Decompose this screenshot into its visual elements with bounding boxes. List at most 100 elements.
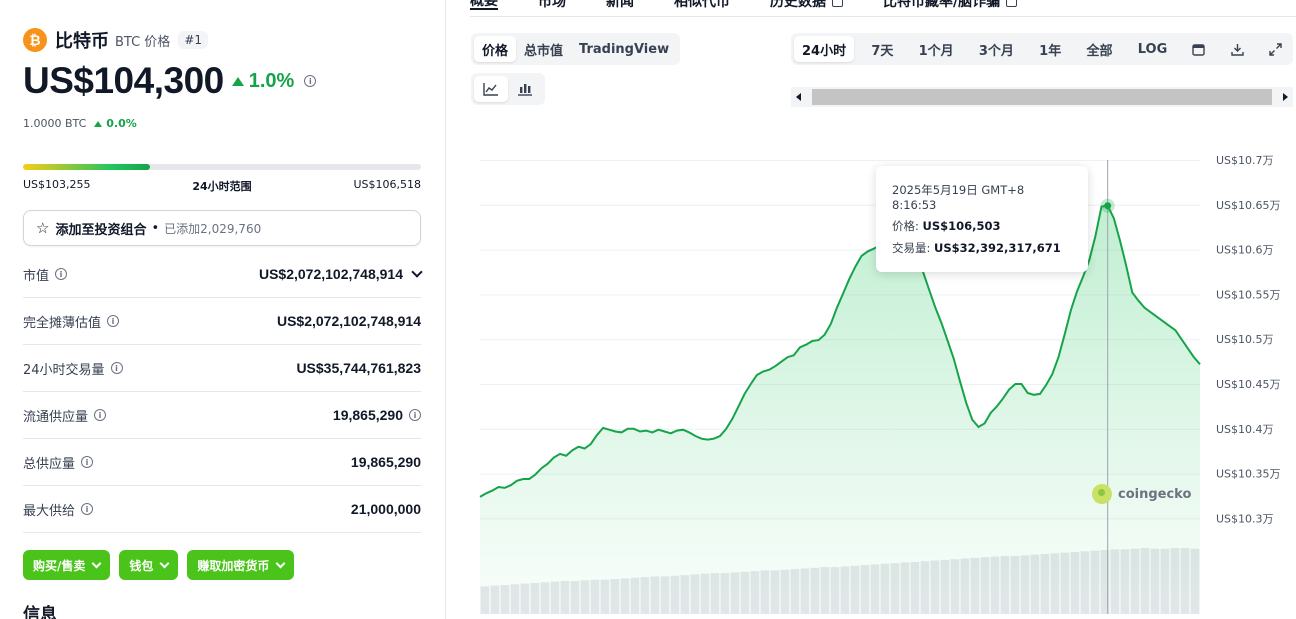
tooltip-date: 2025年5月19日 GMT+8 8:16:53 (892, 183, 1025, 212)
calendar-icon[interactable] (1184, 36, 1213, 62)
stat-row-market-cap: 市值 i US$2,072,102,748,914 (23, 251, 423, 298)
tab-news[interactable]: 新闻 (606, 0, 634, 10)
tab-scam-alert-label: 比特币藏率/脑诈骗 (883, 0, 1001, 10)
info-icon[interactable]: i (94, 409, 107, 421)
download-icon[interactable] (1223, 36, 1252, 62)
y-axis-ticks: US$10.7万 US$10.65万 US$10.6万 US$10.55万 US$10.… (1216, 154, 1281, 525)
tab-scam-alert[interactable]: 比特币藏率/脑诈骗 (883, 0, 1018, 10)
chart-range-toggle: 24小时 7天 1个月 3个月 1年 全部 LOG (791, 33, 1293, 65)
tab-historical-data[interactable]: 历史数据 (770, 0, 843, 10)
scroll-right-arrow-icon[interactable] (1283, 93, 1288, 101)
stat-value-text: US$2,072,102,748,914 (258, 266, 403, 282)
coin-subtitle: BTC 价格 (115, 34, 171, 50)
mode-tradingview[interactable]: TradingView (571, 36, 677, 62)
info-section-heading: 信息 (23, 605, 57, 619)
hover-point-core (1104, 202, 1112, 210)
wallet-button[interactable]: 钱包 (119, 550, 179, 580)
stat-label-text: 24小时交易量 (23, 362, 105, 378)
y-tick-label: US$10.4万 (1216, 423, 1274, 436)
range-all[interactable]: 全部 (1078, 36, 1120, 62)
stat-label-text: 完全摊薄估值 (23, 315, 102, 331)
stat-value: US$2,072,102,748,914 (276, 313, 421, 329)
stat-value[interactable]: US$2,072,102,748,914 (258, 266, 423, 282)
chart-mode-toggle: 价格 总市值 TradingView (471, 33, 681, 65)
info-icon[interactable]: i (304, 75, 317, 87)
arrow-up-icon (94, 120, 103, 127)
tabs-divider (470, 16, 1296, 17)
stat-row-total-supply: 总供应量 i 19,865,290 (23, 439, 421, 486)
range-log[interactable]: LOG (1130, 36, 1176, 62)
arrow-up-icon (231, 76, 244, 86)
earn-crypto-button[interactable]: 赚取加密货币 (187, 550, 295, 580)
info-icon[interactable]: i (107, 315, 120, 327)
chevron-down-icon (159, 558, 170, 568)
coingecko-watermark: coingecko (1092, 484, 1191, 504)
portfolio-label: 添加至投资组合 (55, 222, 147, 238)
tooltip-volume-row: 交易量: US$32,392,317,671 (892, 240, 1072, 256)
scroll-left-arrow-icon[interactable] (796, 93, 801, 101)
stat-label: 市值 i (23, 265, 68, 284)
wallet-label: 钱包 (129, 558, 154, 573)
btc-change-value: 0.0% (106, 117, 137, 130)
range-1y[interactable]: 1年 (1031, 36, 1069, 62)
info-icon[interactable]: i (110, 362, 123, 374)
range-low: US$103,255 (23, 178, 91, 191)
add-to-portfolio-button[interactable]: ☆ 添加至投资组合 • 已添加2,029,760 (23, 210, 421, 246)
mode-price[interactable]: 价格 (474, 36, 517, 62)
y-tick-label: US$10.3万 (1216, 512, 1274, 525)
chevron-down-icon[interactable] (411, 266, 423, 278)
stat-label: 总供应量 i (23, 453, 94, 472)
coin-name: 比特币 (55, 31, 109, 52)
line-chart-icon[interactable] (474, 76, 508, 102)
price-area (480, 205, 1200, 614)
range-high: US$106,518 (353, 178, 421, 191)
stat-value: 21,000,000 (350, 501, 421, 517)
chevron-down-icon (275, 558, 286, 568)
watermark-text: coingecko (1118, 486, 1192, 502)
external-link-icon (832, 0, 843, 7)
stat-row-volume-24h: 24小时交易量 i US$35,744,761,823 (23, 345, 421, 392)
page-tabs: 概要 市场 新闻 相似代币 历史数据 比特币藏率/脑诈骗 (470, 0, 1057, 10)
y-tick-label: US$10.65万 (1216, 199, 1281, 212)
tooltip-price-label: 价格: (892, 219, 919, 233)
current-price: US$104,300 (23, 60, 224, 101)
range-24h[interactable]: 24小时 (794, 36, 855, 62)
buy-sell-label: 购买/售卖 (33, 558, 86, 573)
info-icon[interactable]: i (55, 268, 68, 280)
rank-badge: #1 (178, 31, 209, 49)
range-7d[interactable]: 7天 (863, 36, 901, 62)
mode-market-cap[interactable]: 总市值 (516, 36, 571, 62)
tab-overview[interactable]: 概要 (470, 0, 498, 10)
stat-label-text: 流通供应量 (23, 409, 89, 425)
stat-value-text: 19,865,290 (332, 407, 403, 423)
range-3m[interactable]: 3个月 (971, 36, 1022, 62)
stat-label: 流通供应量 i (23, 406, 107, 425)
info-icon[interactable]: i (81, 503, 94, 515)
chart-scrollbar[interactable] (791, 87, 1293, 107)
stat-row-max-supply: 最大供给 i 21,000,000 (23, 486, 421, 533)
coin-overview-panel: ₿ 比特币 BTC 价格 #1 US$104,300 1.0% i 1.0000… (0, 0, 446, 619)
info-icon[interactable]: i (81, 456, 94, 468)
expand-icon[interactable] (1261, 36, 1290, 62)
y-tick-label: US$10.45万 (1216, 378, 1281, 391)
range-1m[interactable]: 1个月 (911, 36, 962, 62)
tab-markets[interactable]: 市场 (538, 0, 566, 10)
y-tick-label: US$10.5万 (1216, 333, 1274, 346)
stat-value: 19,865,290 i (333, 407, 421, 423)
stat-label: 完全摊薄估值 i (23, 312, 120, 331)
stat-label-text: 市值 (23, 268, 50, 284)
stat-value: 19,865,290 (350, 454, 421, 470)
price-change-value: 1.0% (248, 69, 295, 92)
buy-sell-button[interactable]: 购买/售卖 (23, 550, 111, 580)
scrollbar-thumb[interactable] (812, 89, 1272, 105)
info-icon[interactable]: i (409, 409, 421, 421)
range-24h-labels: US$103,255 24小时范围 US$106,518 (23, 178, 421, 194)
chart-type-toggle (471, 73, 545, 105)
tooltip-volume-value: US$32,392,317,671 (934, 241, 1061, 255)
tooltip-price-value: US$106,503 (922, 219, 1001, 233)
tab-historical-data-label: 历史数据 (770, 0, 826, 10)
candlestick-icon[interactable] (508, 76, 542, 102)
stat-label-text: 总供应量 (23, 456, 76, 472)
tab-similar-coins[interactable]: 相似代币 (674, 0, 730, 10)
coin-header: ₿ 比特币 BTC 价格 #1 (23, 27, 209, 53)
